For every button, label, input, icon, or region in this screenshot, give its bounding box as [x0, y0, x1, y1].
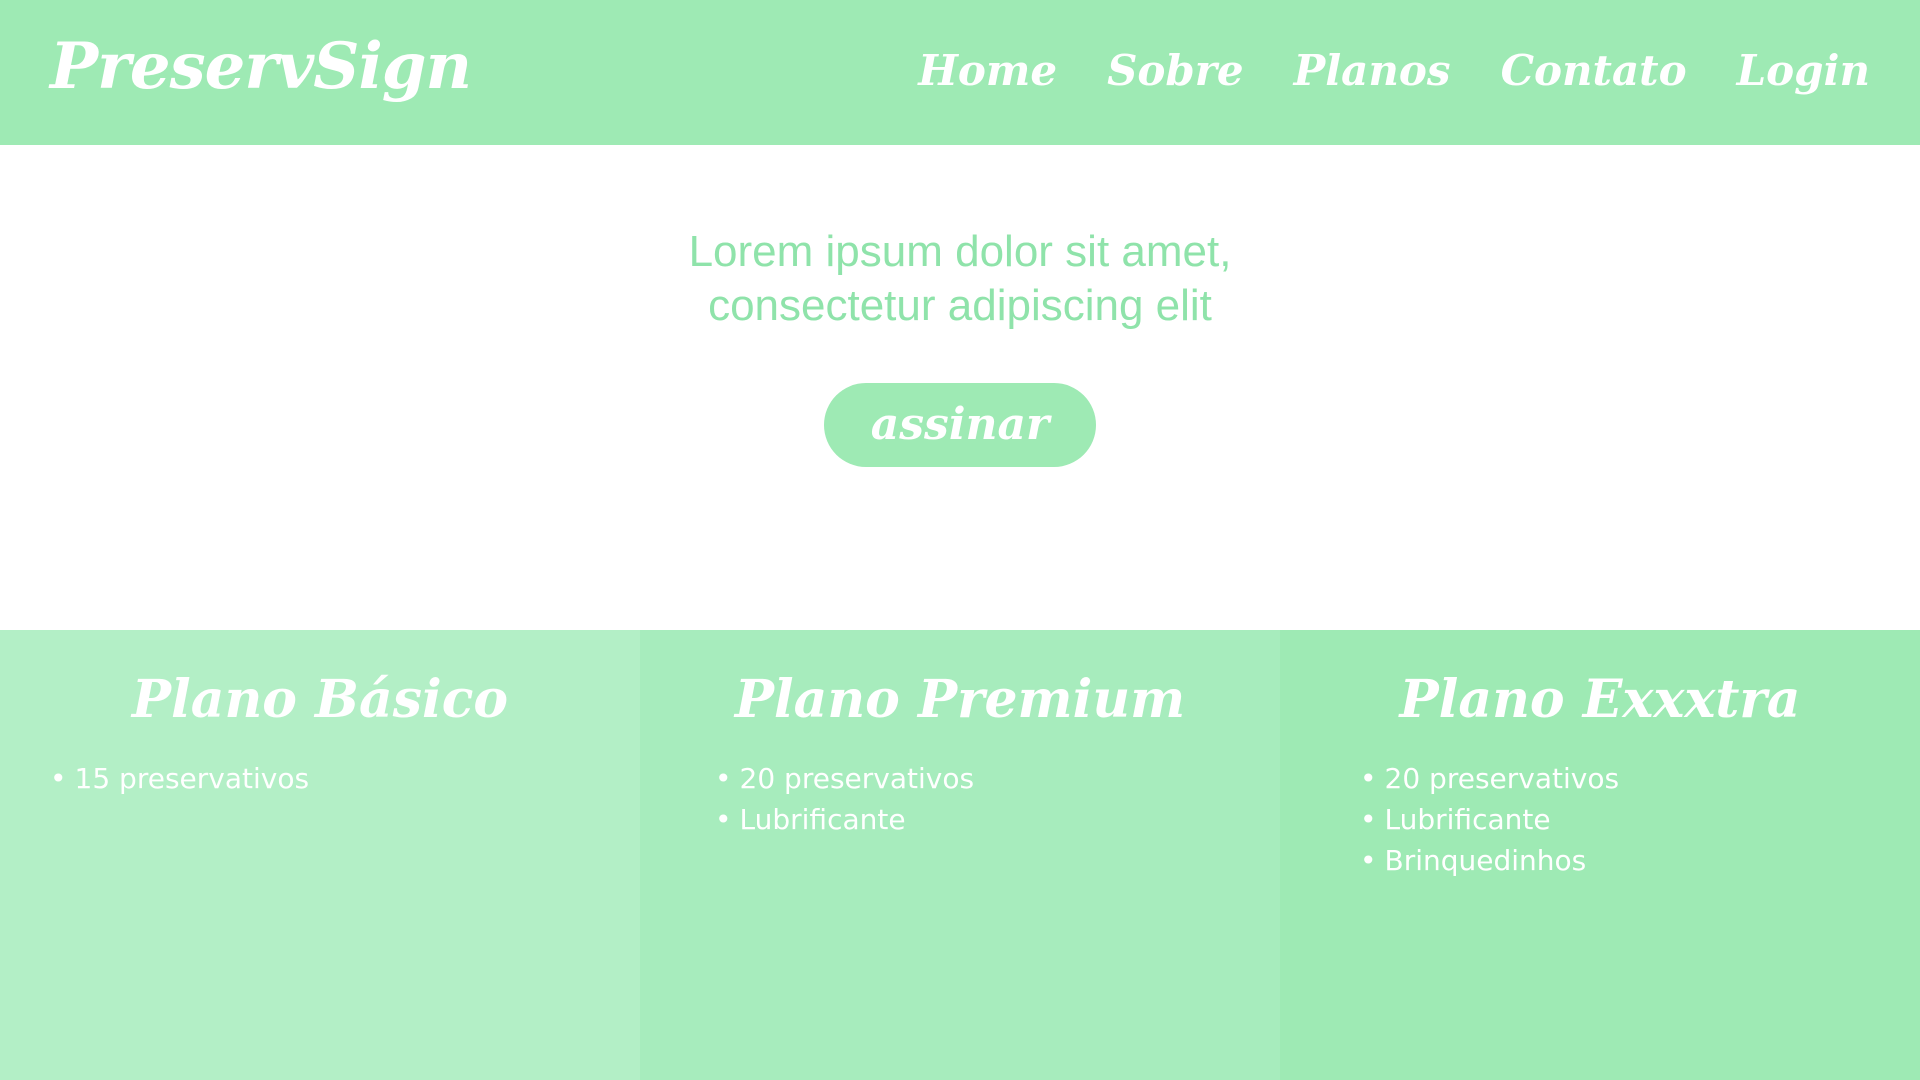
plan-features-premium: 20 preservativos Lubrificante	[715, 758, 975, 840]
plan-features-basic: 15 preservativos	[50, 758, 310, 799]
nav-planos[interactable]: Planos	[1294, 46, 1451, 95]
nav-contato[interactable]: Contato	[1501, 46, 1687, 95]
main-nav: Home Sobre Planos Contato Login	[918, 40, 1870, 100]
plan-card-extra[interactable]: Plano Exxxtra 20 preservativos Lubrifica…	[1280, 630, 1920, 1080]
landing-page: PreservSign Home Sobre Planos Contato Lo…	[0, 0, 1920, 1080]
nav-login[interactable]: Login	[1737, 46, 1870, 95]
nav-sobre[interactable]: Sobre	[1107, 46, 1244, 95]
plan-features-extra: 20 preservativos Lubrificante Brinquedin…	[1360, 758, 1620, 881]
plan-feature-item: 20 preservativos	[715, 758, 975, 799]
brand-logo[interactable]: PreservSign	[50, 22, 472, 112]
plan-title-premium: Plano Premium	[734, 669, 1186, 730]
plan-feature-item: Brinquedinhos	[1360, 840, 1619, 881]
plan-card-basic[interactable]: Plano Básico 15 preservativos	[0, 630, 640, 1080]
plan-feature-item: 20 preservativos	[1360, 758, 1620, 799]
plan-card-premium[interactable]: Plano Premium 20 preservativos Lubrifica…	[640, 630, 1280, 1080]
hero-heading-line-2: consectetur adipiscing elit	[708, 281, 1212, 330]
plan-title-extra: Plano Exxxtra	[1399, 669, 1801, 730]
nav-home[interactable]: Home	[918, 46, 1057, 95]
plans-section: Plano Básico 15 preservativos Plano Prem…	[0, 630, 1920, 1080]
subscribe-button[interactable]: assinar	[824, 383, 1096, 467]
hero-heading-line-1: Lorem ipsum dolor sit amet,	[688, 227, 1232, 276]
plan-feature-item: Lubrificante	[1360, 799, 1619, 840]
hero-heading: Lorem ipsum dolor sit amet, consectetur …	[0, 225, 1920, 333]
site-header: PreservSign Home Sobre Planos Contato Lo…	[0, 0, 1920, 145]
plan-title-basic: Plano Básico	[131, 669, 509, 730]
hero-section: Lorem ipsum dolor sit amet, consectetur …	[0, 145, 1920, 630]
plan-feature-item: 15 preservativos	[50, 758, 310, 799]
plan-feature-item: Lubrificante	[715, 799, 974, 840]
